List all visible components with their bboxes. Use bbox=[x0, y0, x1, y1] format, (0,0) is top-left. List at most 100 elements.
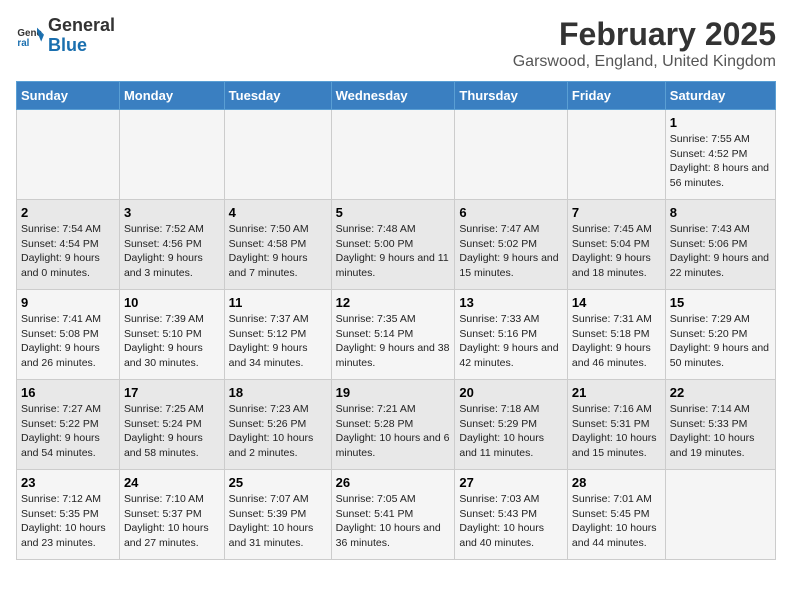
calendar-cell bbox=[331, 110, 455, 200]
day-info: Sunrise: 7:18 AM Sunset: 5:29 PM Dayligh… bbox=[459, 402, 563, 461]
day-number: 20 bbox=[459, 385, 563, 400]
page-title: February 2025 bbox=[513, 16, 776, 53]
calendar-cell: 2 Sunrise: 7:54 AM Sunset: 4:54 PM Daylig… bbox=[17, 200, 120, 290]
day-info: Sunrise: 7:43 AM Sunset: 5:06 PM Dayligh… bbox=[670, 222, 771, 281]
calendar-cell: 24 Sunrise: 7:10 AM Sunset: 5:37 PM Dayli… bbox=[119, 470, 224, 560]
calendar-cell: 5 Sunrise: 7:48 AM Sunset: 5:00 PM Daylig… bbox=[331, 200, 455, 290]
calendar-cell bbox=[665, 470, 775, 560]
day-number: 1 bbox=[670, 115, 771, 130]
day-number: 4 bbox=[229, 205, 327, 220]
calendar-cell: 13Sunrise: 7:33 AM Sunset: 5:16 PM Dayli… bbox=[455, 290, 568, 380]
calendar-week-row: 23 Sunrise: 7:12 AM Sunset: 5:35 PM Dayli… bbox=[17, 470, 776, 560]
calendar-cell: 6Sunrise: 7:47 AM Sunset: 5:02 PM Daylig… bbox=[455, 200, 568, 290]
col-tuesday: Tuesday bbox=[224, 82, 331, 110]
calendar-cell bbox=[224, 110, 331, 200]
logo-icon: Gene ral bbox=[16, 22, 44, 50]
day-number: 9 bbox=[21, 295, 115, 310]
day-number: 11 bbox=[229, 295, 327, 310]
day-number: 22 bbox=[670, 385, 771, 400]
calendar-cell: 17 Sunrise: 7:25 AM Sunset: 5:24 PM Dayli… bbox=[119, 380, 224, 470]
day-number: 5 bbox=[336, 205, 451, 220]
calendar-cell: 27Sunrise: 7:03 AM Sunset: 5:43 PM Dayli… bbox=[455, 470, 568, 560]
day-number: 27 bbox=[459, 475, 563, 490]
calendar-week-row: 1 Sunrise: 7:55 AM Sunset: 4:52 PM Daylig… bbox=[17, 110, 776, 200]
calendar-cell: 4 Sunrise: 7:50 AM Sunset: 4:58 PM Daylig… bbox=[224, 200, 331, 290]
calendar-cell: 8 Sunrise: 7:43 AM Sunset: 5:06 PM Daylig… bbox=[665, 200, 775, 290]
page-subtitle: Garswood, England, United Kingdom bbox=[513, 53, 776, 71]
day-info: Sunrise: 7:37 AM Sunset: 5:12 PM Dayligh… bbox=[229, 312, 327, 371]
calendar-cell: 1 Sunrise: 7:55 AM Sunset: 4:52 PM Daylig… bbox=[665, 110, 775, 200]
day-info: Sunrise: 7:01 AM Sunset: 5:45 PM Dayligh… bbox=[572, 492, 661, 551]
day-number: 3 bbox=[124, 205, 220, 220]
day-info: Sunrise: 7:31 AM Sunset: 5:18 PM Dayligh… bbox=[572, 312, 661, 371]
calendar-cell bbox=[455, 110, 568, 200]
logo: Gene ral General Blue bbox=[16, 16, 115, 56]
calendar-cell bbox=[17, 110, 120, 200]
day-number: 21 bbox=[572, 385, 661, 400]
calendar-cell: 3 Sunrise: 7:52 AM Sunset: 4:56 PM Daylig… bbox=[119, 200, 224, 290]
day-info: Sunrise: 7:10 AM Sunset: 5:37 PM Dayligh… bbox=[124, 492, 220, 551]
day-info: Sunrise: 7:21 AM Sunset: 5:28 PM Dayligh… bbox=[336, 402, 451, 461]
calendar-header: Sunday Monday Tuesday Wednesday Thursday… bbox=[17, 82, 776, 110]
calendar-cell: 26Sunrise: 7:05 AM Sunset: 5:41 PM Dayli… bbox=[331, 470, 455, 560]
calendar-cell: 14 Sunrise: 7:31 AM Sunset: 5:18 PM Dayli… bbox=[567, 290, 665, 380]
day-info: Sunrise: 7:41 AM Sunset: 5:08 PM Dayligh… bbox=[21, 312, 115, 371]
day-info: Sunrise: 7:52 AM Sunset: 4:56 PM Dayligh… bbox=[124, 222, 220, 281]
day-number: 6 bbox=[459, 205, 563, 220]
day-info: Sunrise: 7:25 AM Sunset: 5:24 PM Dayligh… bbox=[124, 402, 220, 461]
day-number: 12 bbox=[336, 295, 451, 310]
day-number: 25 bbox=[229, 475, 327, 490]
day-info: Sunrise: 7:35 AM Sunset: 5:14 PM Dayligh… bbox=[336, 312, 451, 371]
calendar-cell bbox=[567, 110, 665, 200]
calendar-cell: 9 Sunrise: 7:41 AM Sunset: 5:08 PM Daylig… bbox=[17, 290, 120, 380]
calendar-body: 1 Sunrise: 7:55 AM Sunset: 4:52 PM Daylig… bbox=[17, 110, 776, 560]
day-number: 24 bbox=[124, 475, 220, 490]
title-block: February 2025 Garswood, England, United … bbox=[513, 16, 776, 71]
day-info: Sunrise: 7:12 AM Sunset: 5:35 PM Dayligh… bbox=[21, 492, 115, 551]
col-wednesday: Wednesday bbox=[331, 82, 455, 110]
col-saturday: Saturday bbox=[665, 82, 775, 110]
calendar-cell: 12 Sunrise: 7:35 AM Sunset: 5:14 PM Dayli… bbox=[331, 290, 455, 380]
calendar-cell: 16 Sunrise: 7:27 AM Sunset: 5:22 PM Dayli… bbox=[17, 380, 120, 470]
day-number: 7 bbox=[572, 205, 661, 220]
calendar-cell: 7 Sunrise: 7:45 AM Sunset: 5:04 PM Daylig… bbox=[567, 200, 665, 290]
day-number: 16 bbox=[21, 385, 115, 400]
day-number: 18 bbox=[229, 385, 327, 400]
calendar-week-row: 16 Sunrise: 7:27 AM Sunset: 5:22 PM Dayli… bbox=[17, 380, 776, 470]
calendar-cell: 15Sunrise: 7:29 AM Sunset: 5:20 PM Dayli… bbox=[665, 290, 775, 380]
svg-text:ral: ral bbox=[17, 38, 29, 49]
logo-text: General Blue bbox=[48, 16, 115, 56]
day-number: 14 bbox=[572, 295, 661, 310]
col-monday: Monday bbox=[119, 82, 224, 110]
day-number: 23 bbox=[21, 475, 115, 490]
calendar-cell: 25Sunrise: 7:07 AM Sunset: 5:39 PM Dayli… bbox=[224, 470, 331, 560]
calendar-week-row: 2 Sunrise: 7:54 AM Sunset: 4:54 PM Daylig… bbox=[17, 200, 776, 290]
calendar-week-row: 9 Sunrise: 7:41 AM Sunset: 5:08 PM Daylig… bbox=[17, 290, 776, 380]
day-info: Sunrise: 7:50 AM Sunset: 4:58 PM Dayligh… bbox=[229, 222, 327, 281]
col-friday: Friday bbox=[567, 82, 665, 110]
day-number: 28 bbox=[572, 475, 661, 490]
day-number: 8 bbox=[670, 205, 771, 220]
day-number: 10 bbox=[124, 295, 220, 310]
calendar-cell: 10 Sunrise: 7:39 AM Sunset: 5:10 PM Dayli… bbox=[119, 290, 224, 380]
day-number: 19 bbox=[336, 385, 451, 400]
day-info: Sunrise: 7:55 AM Sunset: 4:52 PM Dayligh… bbox=[670, 132, 771, 191]
day-info: Sunrise: 7:48 AM Sunset: 5:00 PM Dayligh… bbox=[336, 222, 451, 281]
day-number: 2 bbox=[21, 205, 115, 220]
calendar-cell: 19 Sunrise: 7:21 AM Sunset: 5:28 PM Dayli… bbox=[331, 380, 455, 470]
day-number: 15 bbox=[670, 295, 771, 310]
day-info: Sunrise: 7:14 AM Sunset: 5:33 PM Dayligh… bbox=[670, 402, 771, 461]
calendar-cell: 21Sunrise: 7:16 AM Sunset: 5:31 PM Dayli… bbox=[567, 380, 665, 470]
header: Gene ral General Blue February 2025 Gars… bbox=[16, 16, 776, 71]
calendar-cell bbox=[119, 110, 224, 200]
day-info: Sunrise: 7:54 AM Sunset: 4:54 PM Dayligh… bbox=[21, 222, 115, 281]
day-info: Sunrise: 7:23 AM Sunset: 5:26 PM Dayligh… bbox=[229, 402, 327, 461]
day-info: Sunrise: 7:27 AM Sunset: 5:22 PM Dayligh… bbox=[21, 402, 115, 461]
day-info: Sunrise: 7:39 AM Sunset: 5:10 PM Dayligh… bbox=[124, 312, 220, 371]
calendar-cell: 23 Sunrise: 7:12 AM Sunset: 5:35 PM Dayli… bbox=[17, 470, 120, 560]
calendar-cell: 22 Sunrise: 7:14 AM Sunset: 5:33 PM Dayli… bbox=[665, 380, 775, 470]
day-info: Sunrise: 7:45 AM Sunset: 5:04 PM Dayligh… bbox=[572, 222, 661, 281]
calendar-cell: 18 Sunrise: 7:23 AM Sunset: 5:26 PM Dayli… bbox=[224, 380, 331, 470]
day-number: 17 bbox=[124, 385, 220, 400]
calendar-cell: 20 Sunrise: 7:18 AM Sunset: 5:29 PM Dayli… bbox=[455, 380, 568, 470]
